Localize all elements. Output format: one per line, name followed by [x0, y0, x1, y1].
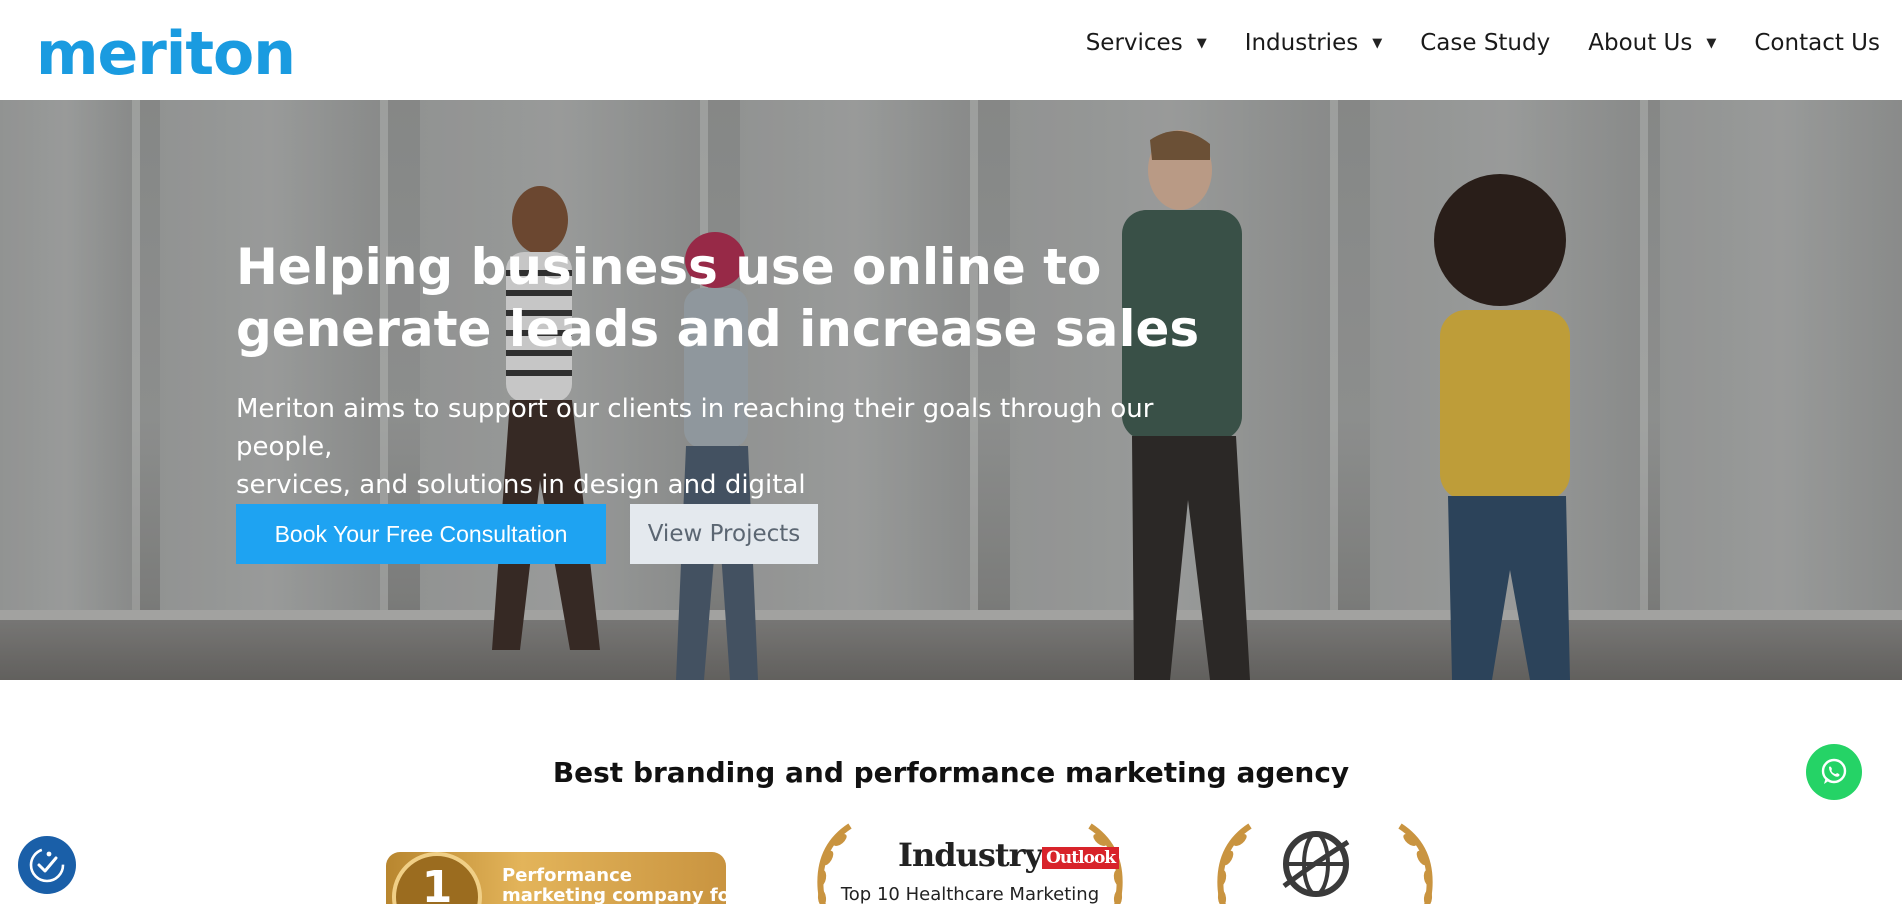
- award-globe: [1200, 822, 1450, 904]
- award-badge-performance: 1 Performance marketing company for: [386, 852, 726, 904]
- nav-item-about-us[interactable]: About Us ▼: [1588, 30, 1716, 56]
- hero-heading-line: Helping business use online to: [236, 238, 1102, 296]
- caret-down-icon: ▼: [1706, 35, 1717, 51]
- nav-item-label: Contact Us: [1754, 30, 1880, 56]
- hero-subtitle-line: services, and solutions in design and di…: [236, 470, 806, 500]
- hero-subtitle: Meriton aims to support our clients in r…: [236, 390, 1236, 504]
- hero-heading-line: generate leads and increase sales: [236, 300, 1200, 358]
- caret-down-icon: ▼: [1196, 35, 1207, 51]
- view-projects-button[interactable]: View Projects: [630, 504, 818, 564]
- hero-subtitle-line: Meriton aims to support our clients in r…: [236, 394, 1154, 462]
- logo-tag: Outlook: [1042, 846, 1120, 869]
- nav-item-label: Industries: [1244, 30, 1359, 56]
- logo-main: Industry: [898, 836, 1043, 874]
- awards-section-title: Best branding and performance marketing …: [552, 756, 1350, 789]
- nav-item-label: Case Study: [1420, 30, 1551, 56]
- globe-icon: [1282, 831, 1350, 897]
- award-text-line: marketing company for: [502, 885, 726, 904]
- meriton-logo[interactable]: meriton: [36, 22, 296, 86]
- award-industry-outlook: Industry Outlook Top 10 Healthcare Market…: [800, 822, 1140, 904]
- nav-item-services[interactable]: Services ▼: [1086, 30, 1207, 56]
- award-caption: Top 10 Healthcare Marketing: [840, 884, 1100, 904]
- site-header: meriton Services ▼ Industries ▼ Case Stu…: [0, 0, 1902, 100]
- accessibility-button[interactable]: [18, 836, 76, 894]
- nav-item-contact-us[interactable]: Contact Us: [1754, 30, 1880, 56]
- laurel-icon: [1217, 823, 1252, 904]
- nav-item-industries[interactable]: Industries ▼: [1245, 30, 1383, 56]
- rank-badge: 1: [392, 852, 482, 904]
- hero-banner: Helping business use online to generate …: [0, 100, 1902, 680]
- accessibility-icon: [29, 847, 65, 883]
- nav-item-case-study[interactable]: Case Study: [1420, 30, 1550, 56]
- main-nav: Services ▼ Industries ▼ Case Study About…: [1048, 30, 1880, 56]
- nav-item-label: About Us: [1588, 30, 1693, 56]
- award-text-line: Performance: [502, 865, 632, 886]
- industry-outlook-logo: Industry Outlook: [898, 836, 1120, 874]
- nav-item-label: Services: [1085, 30, 1183, 56]
- hero-heading: Helping business use online to generate …: [236, 236, 1236, 360]
- book-consultation-button[interactable]: Book Your Free Consultation: [236, 504, 606, 564]
- page: meriton Services ▼ Industries ▼ Case Stu…: [0, 0, 1902, 904]
- laurel-icon: [1398, 823, 1433, 904]
- whatsapp-icon: [1821, 758, 1847, 784]
- caret-down-icon: ▼: [1372, 35, 1383, 51]
- award-text: Performance marketing company for: [502, 866, 726, 904]
- whatsapp-chat-button[interactable]: [1806, 744, 1862, 800]
